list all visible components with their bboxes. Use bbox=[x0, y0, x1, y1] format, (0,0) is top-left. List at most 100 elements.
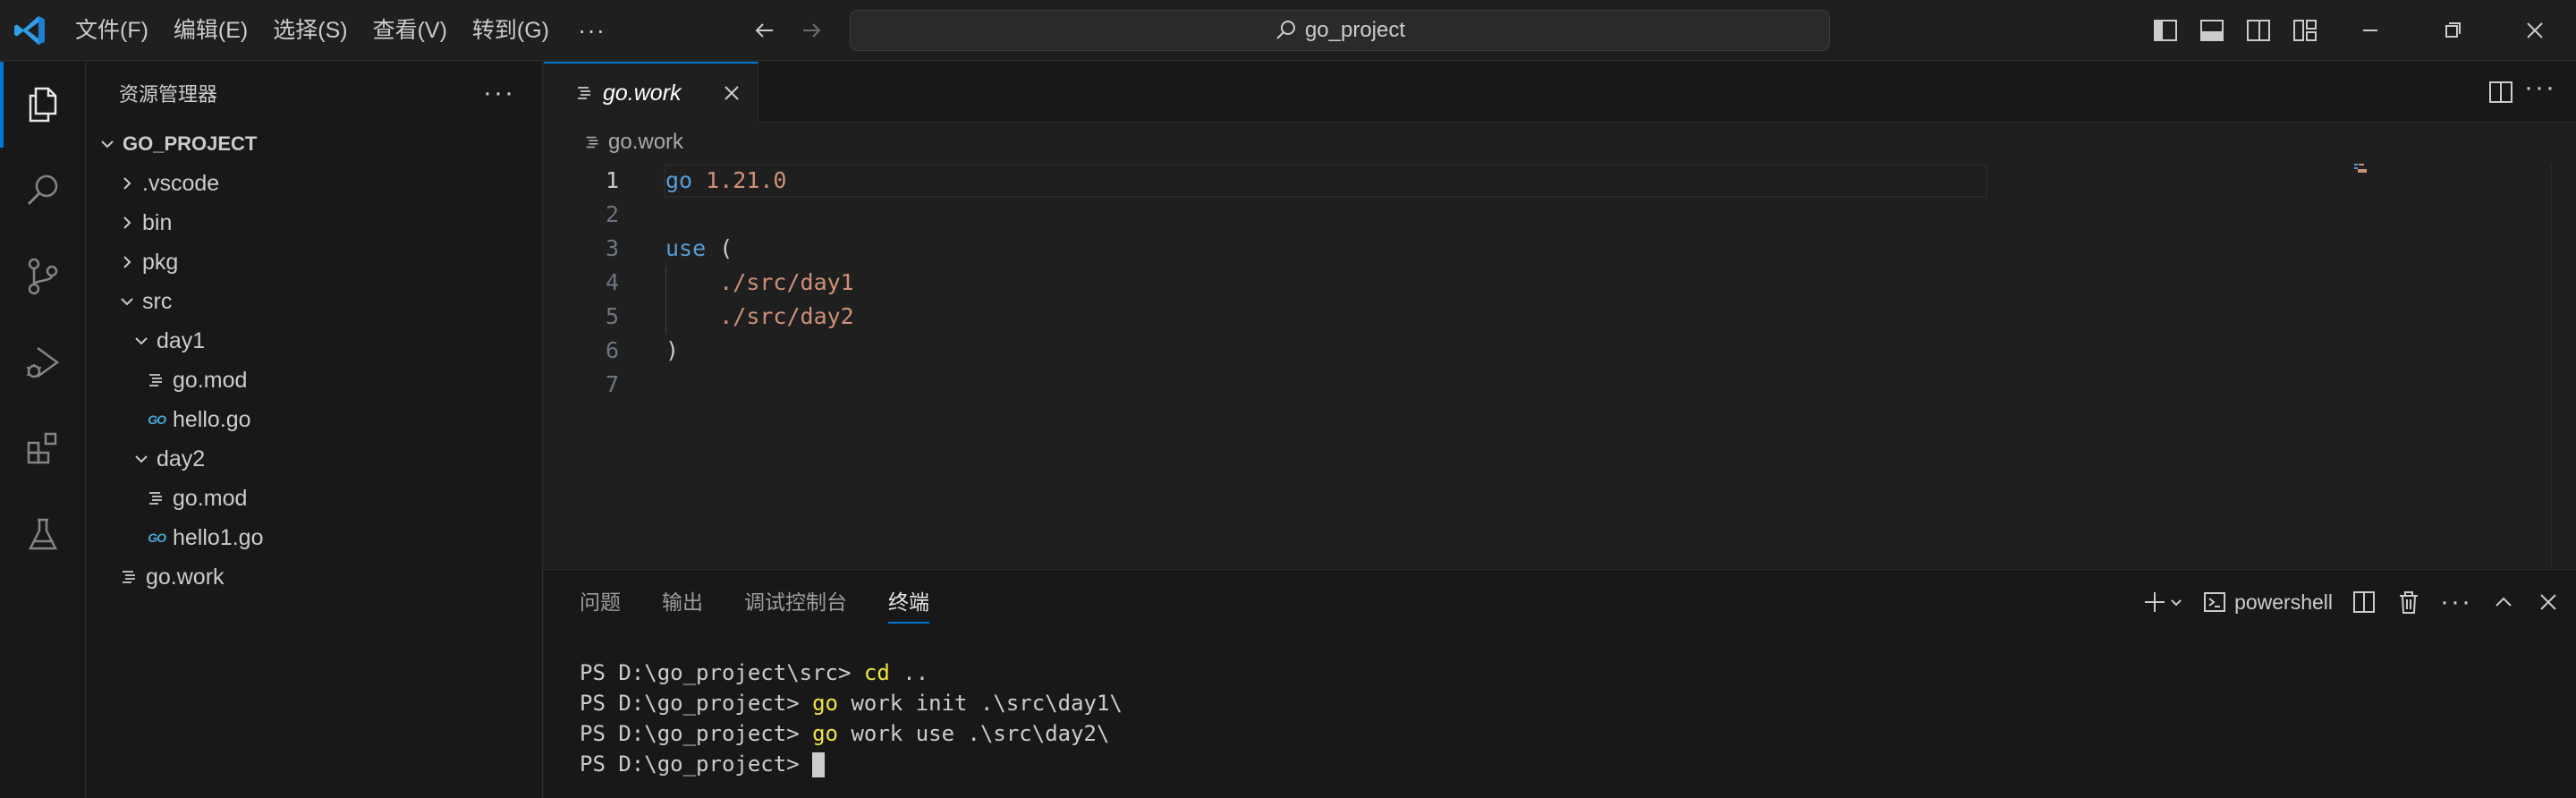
menu-file[interactable]: 文件(F) bbox=[63, 11, 161, 50]
tree-folder-src[interactable]: src bbox=[87, 282, 542, 321]
tree-file-hello1-go[interactable]: GO hello1.go bbox=[87, 518, 542, 557]
code-line[interactable]: 3 use ( bbox=[544, 232, 2576, 266]
activity-search[interactable] bbox=[0, 148, 86, 233]
tree-file-go-mod[interactable]: go.mod bbox=[87, 479, 542, 518]
tab-terminal[interactable]: 终端 bbox=[888, 570, 929, 634]
line-number: 6 bbox=[605, 337, 619, 363]
tree-folder-day2[interactable]: day2 bbox=[87, 439, 542, 479]
menu-go[interactable]: 转到(G) bbox=[460, 11, 562, 50]
source-control-icon bbox=[28, 258, 58, 295]
menu-view[interactable]: 查看(V) bbox=[360, 11, 460, 50]
tree-file-hello-go[interactable]: GO hello.go bbox=[87, 400, 542, 439]
vscode-logo-icon[interactable] bbox=[13, 13, 48, 48]
forward-arrow-icon[interactable] bbox=[796, 15, 826, 46]
tree-file-go-work[interactable]: go.work bbox=[87, 557, 542, 597]
shell-label: powershell bbox=[2234, 590, 2334, 614]
file-lines-icon bbox=[586, 136, 598, 149]
code-line[interactable]: 6) bbox=[544, 334, 2576, 368]
chevron-right-icon bbox=[123, 256, 131, 268]
explorer-more-button[interactable]: ··· bbox=[483, 78, 515, 108]
terminal-command: go bbox=[812, 721, 838, 746]
tree-label: go.mod bbox=[173, 485, 248, 511]
chevron-down-icon bbox=[135, 337, 148, 345]
minimize-window-icon[interactable] bbox=[2354, 14, 2386, 47]
close-panel-button[interactable] bbox=[2535, 589, 2562, 615]
terminal-shell-selector[interactable]: powershell bbox=[2202, 590, 2333, 615]
vertical-scrollbar[interactable] bbox=[2551, 164, 2576, 568]
tree-folder-vscode[interactable]: .vscode bbox=[87, 164, 542, 203]
activity-source-control[interactable] bbox=[0, 233, 86, 319]
search-text: go_project bbox=[1304, 18, 1406, 42]
chevron-down-icon bbox=[121, 298, 133, 306]
tree-file-go-mod[interactable]: go.mod bbox=[87, 361, 542, 400]
minimap[interactable] bbox=[2342, 164, 2377, 176]
new-terminal-button[interactable] bbox=[2141, 589, 2184, 615]
tab-label: go.work bbox=[603, 80, 682, 106]
more-icon: ··· bbox=[2440, 587, 2472, 616]
code-line[interactable]: 2 bbox=[544, 198, 2576, 232]
back-arrow-icon[interactable] bbox=[750, 15, 780, 46]
toggle-panel-icon[interactable] bbox=[2197, 15, 2227, 46]
current-line-highlight bbox=[664, 164, 1987, 198]
go-file-icon: GO bbox=[148, 531, 166, 545]
command-center-search[interactable]: go_project bbox=[850, 10, 1830, 51]
toggle-secondary-sidebar-icon[interactable] bbox=[2243, 15, 2274, 46]
line-number: 5 bbox=[605, 303, 619, 329]
code-token: ) bbox=[665, 337, 680, 363]
code-line[interactable]: 1 go 1.21.0 bbox=[544, 164, 2576, 198]
customize-layout-icon[interactable] bbox=[2290, 15, 2320, 46]
restore-window-icon[interactable] bbox=[2436, 14, 2469, 47]
menu-edit[interactable]: 编辑(E) bbox=[161, 11, 260, 50]
split-editor-icon[interactable] bbox=[2487, 78, 2515, 106]
code-line[interactable]: 7 bbox=[544, 368, 2576, 402]
terminal-line: PS D:\go_project> go work use .\src\day2… bbox=[580, 718, 1123, 749]
terminal-cursor bbox=[812, 752, 826, 777]
terminal-output[interactable]: PS D:\go_project\src> cd .. PS D:\go_proj… bbox=[580, 658, 1123, 779]
activity-bar bbox=[0, 62, 86, 798]
activity-run-debug[interactable] bbox=[0, 319, 86, 405]
terminal-args: work init .\src\day1\ bbox=[838, 691, 1123, 716]
tree-label: hello1.go bbox=[173, 524, 264, 550]
menu-more-button[interactable]: ··· bbox=[562, 11, 622, 50]
code-token: ./src/day2 bbox=[719, 303, 854, 329]
tree-folder-pkg[interactable]: pkg bbox=[87, 242, 542, 282]
tree-folder-bin[interactable]: bin bbox=[87, 203, 542, 242]
flask-icon bbox=[28, 518, 58, 550]
close-window-icon[interactable] bbox=[2519, 14, 2551, 47]
code-line[interactable]: 5 ./src/day2 bbox=[544, 300, 2576, 334]
activity-testing[interactable] bbox=[0, 491, 86, 577]
close-icon[interactable] bbox=[720, 81, 743, 105]
tab-go-work[interactable]: go.work bbox=[544, 62, 758, 123]
files-icon bbox=[29, 87, 57, 123]
activity-extensions[interactable] bbox=[0, 405, 86, 491]
toggle-primary-sidebar-icon[interactable] bbox=[2150, 15, 2181, 46]
tree-folder-day1[interactable]: day1 bbox=[87, 321, 542, 361]
split-terminal-button[interactable] bbox=[2351, 589, 2377, 615]
terminal-prompt: PS D:\go_project> bbox=[580, 751, 813, 777]
terminal-icon bbox=[2204, 592, 2226, 612]
editor-more-button[interactable]: ··· bbox=[2524, 72, 2556, 103]
tab-output[interactable]: 输出 bbox=[662, 570, 703, 634]
kill-terminal-button[interactable] bbox=[2395, 589, 2422, 615]
maximize-panel-button[interactable] bbox=[2490, 589, 2517, 615]
tab-problems[interactable]: 问题 bbox=[580, 570, 621, 634]
breadcrumb-file: go.work bbox=[608, 130, 684, 154]
code-token: ./src/day1 bbox=[719, 269, 854, 295]
terminal-prompt: PS D:\go_project> bbox=[580, 721, 813, 746]
terminal-line: PS D:\go_project> go work init .\src\day… bbox=[580, 688, 1123, 718]
close-icon bbox=[2540, 594, 2556, 610]
panel-more-button[interactable]: ··· bbox=[2440, 587, 2472, 617]
terminal-line: PS D:\go_project\src> cd .. bbox=[580, 658, 1123, 688]
terminal-prompt: PS D:\go_project> bbox=[580, 691, 813, 716]
file-lines-icon bbox=[149, 374, 162, 386]
tree-root-go-project[interactable]: GO_PROJECT bbox=[87, 124, 542, 164]
activity-explorer[interactable] bbox=[0, 62, 86, 148]
tree-label: src bbox=[142, 288, 173, 314]
explorer-header: 资源管理器 ··· bbox=[87, 62, 542, 124]
code-line[interactable]: 4 ./src/day1 bbox=[544, 266, 2576, 300]
chevron-down-icon bbox=[101, 140, 114, 149]
menu-selection[interactable]: 选择(S) bbox=[260, 11, 360, 50]
tab-debug-console[interactable]: 调试控制台 bbox=[744, 570, 847, 634]
breadcrumb[interactable]: go.work bbox=[583, 130, 683, 155]
tree-label: pkg bbox=[142, 249, 179, 275]
